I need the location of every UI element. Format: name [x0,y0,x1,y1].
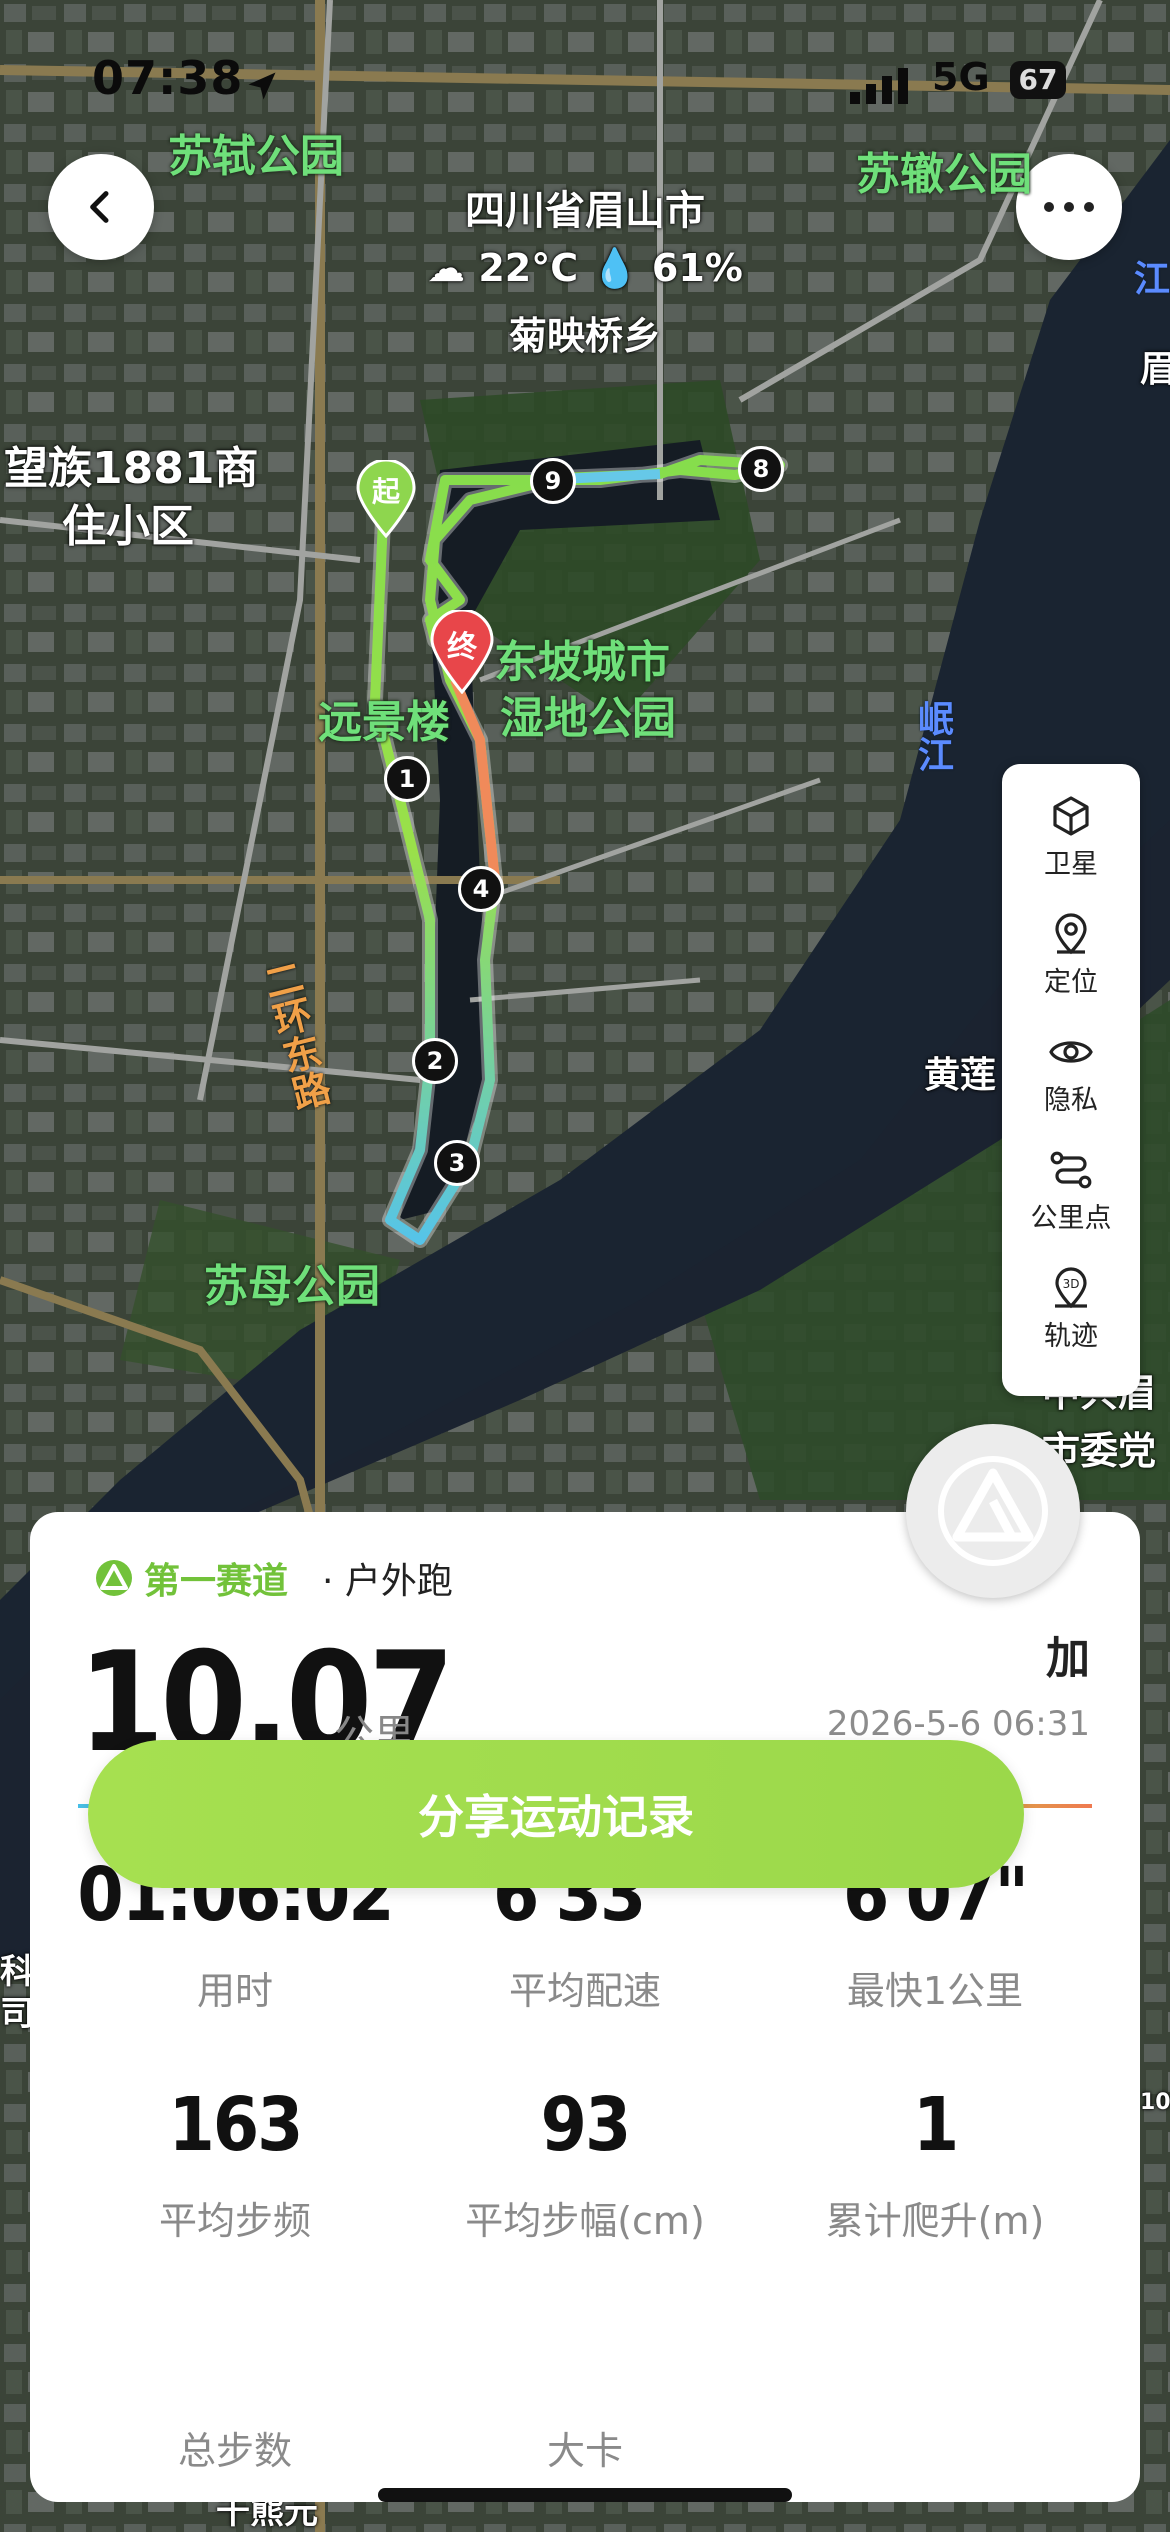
stat-value: 93 [540,2082,632,2168]
home-indicator[interactable] [378,2488,792,2502]
weather-temp: 22°C [478,246,579,290]
stat-value: 163 [168,2082,304,2168]
km-marker-9[interactable]: 9 [530,458,576,504]
map-label-edge-left-2: 司 [0,1994,34,2034]
toolbar-km-points-label: 公里点 [1030,1203,1112,1234]
map-label-dongpo-1: 东坡城市 [494,637,670,688]
km-marker-label: 2 [426,1047,444,1075]
stat-calories: 大卡 [400,2420,770,2475]
brand-badge-icon [938,1456,1048,1566]
map-label-edge-right-1: 江 [1134,259,1170,300]
stat-label: 累计爬升(m) [825,2199,1045,2243]
svg-text:3D: 3D [1063,1277,1080,1291]
start-marker-label: 起 [371,475,400,508]
humidity-drop-icon: 💧 [591,246,639,290]
stat-label: 平均步频 [158,2199,311,2243]
stat-stride: 93 平均步幅(cm) [400,2082,770,2245]
location-arrow-icon [244,61,280,115]
km-marker-label: 1 [398,765,416,793]
stat-label: 用时 [196,1969,273,2013]
km-marker-8[interactable]: 8 [738,446,784,492]
weather-row: ☁ 22°C 💧 61% [385,246,785,291]
toolbar-locate-label: 定位 [1044,967,1098,998]
eye-icon [1049,1041,1093,1063]
km-marker-label: 8 [752,455,770,483]
brand-badge[interactable] [906,1424,1080,1598]
toolbar-satellite-label: 卫星 [1044,849,1098,880]
end-marker-label: 终 [447,630,477,665]
stat-label: 平均配速 [508,1969,661,2013]
km-marker-2[interactable]: 2 [412,1038,458,1084]
toolbar-privacy-label: 隐私 [1044,1085,1098,1116]
map-toolbar: 卫星 定位 隐私 公里点 3D 轨迹 [1002,764,1140,1396]
map-label-park-suche: 苏辙公园 [856,149,1032,200]
location-city: 四川省眉山市 [465,188,705,234]
share-workout-button[interactable]: 分享运动记录 [88,1740,1024,1888]
map-label-park-sumu: 苏母公园 [204,1261,380,1312]
km-points-icon [1050,1151,1092,1189]
status-bar: 07:38 5G 67 [0,45,1170,115]
toolbar-locate[interactable]: 定位 [1002,902,1140,1020]
km-marker-4[interactable]: 4 [458,866,504,912]
workout-datetime: 2026-5-6 06:31 [826,1704,1090,1744]
weather-humidity: 61% [651,246,743,290]
stat-label: 总步数 [177,2429,292,2473]
brand-row: 第一赛道 · 户外跑 [94,1552,453,1604]
more-dots-icon [1044,202,1094,212]
brand-name: 第一赛道 [144,1561,289,1602]
map-label-residential-2: 住小区 [62,501,194,552]
stat-value: 1 [912,2082,959,2168]
map-label-yuanjing: 远景楼 [318,697,450,748]
end-marker[interactable]: 终 [430,608,494,695]
toolbar-track-label: 轨迹 [1044,1321,1098,1352]
km-marker-3[interactable]: 3 [434,1140,480,1186]
location-town: 菊映桥乡 [508,314,661,358]
chevron-left-icon [90,191,109,223]
cloud-icon: ☁ [427,246,466,290]
toolbar-satellite[interactable]: 卫星 [1002,784,1140,902]
location-weather: 四川省眉山市 ☁ 22°C 💧 61% 菊映桥乡 [385,178,785,360]
km-marker-label: 3 [448,1149,466,1177]
map-label-edge-right-num: 103 [1140,2090,1170,2115]
stat-total-steps: 总步数 [50,2420,420,2475]
back-button[interactable] [48,154,154,260]
status-time: 07:38 [92,51,244,105]
km-marker-label: 4 [472,875,490,903]
3d-track-icon: 3D [1055,1267,1087,1309]
map-label-park-sushi: 苏轼公园 [168,131,344,182]
stat-label: 最快1公里 [846,1969,1024,2013]
battery-icon: 67 [1010,61,1066,99]
locate-icon [1055,913,1087,955]
km-marker-label: 9 [544,467,562,495]
start-marker[interactable]: 起 [356,458,416,539]
network-type: 5G [932,55,990,99]
map-label-dongpo-2: 湿地公园 [500,693,676,744]
stat-cadence: 163 平均步频 [50,2082,420,2245]
map-label-huanglian: 黄莲 [924,1055,997,1096]
workout-summary-card: 第一赛道 · 户外跑 10.07 公里 加 2026-5-6 06:31 慢 快… [30,1512,1140,2502]
sport-type: · 户外跑 [322,1561,453,1602]
satellite-icon [1053,796,1089,836]
km-marker-1[interactable]: 1 [384,756,430,802]
stat-label: 平均步幅(cm) [465,2199,705,2243]
stat-label: 大卡 [546,2429,623,2473]
map-label-residential-1: 望族1881商 [4,443,259,494]
brand-logo-icon [96,1560,132,1596]
cellular-signal-icon [850,61,914,115]
toolbar-track[interactable]: 3D 轨迹 [1002,1256,1140,1374]
map-label-river: 岷江 [912,700,953,772]
map-label-edge-right-2: 眉 [1140,349,1170,390]
plus-label: 加 [1046,1633,1090,1684]
toolbar-km-points[interactable]: 公里点 [1002,1138,1140,1256]
toolbar-privacy[interactable]: 隐私 [1002,1020,1140,1138]
stat-elevation: 1 累计爬升(m) [750,2082,1120,2245]
